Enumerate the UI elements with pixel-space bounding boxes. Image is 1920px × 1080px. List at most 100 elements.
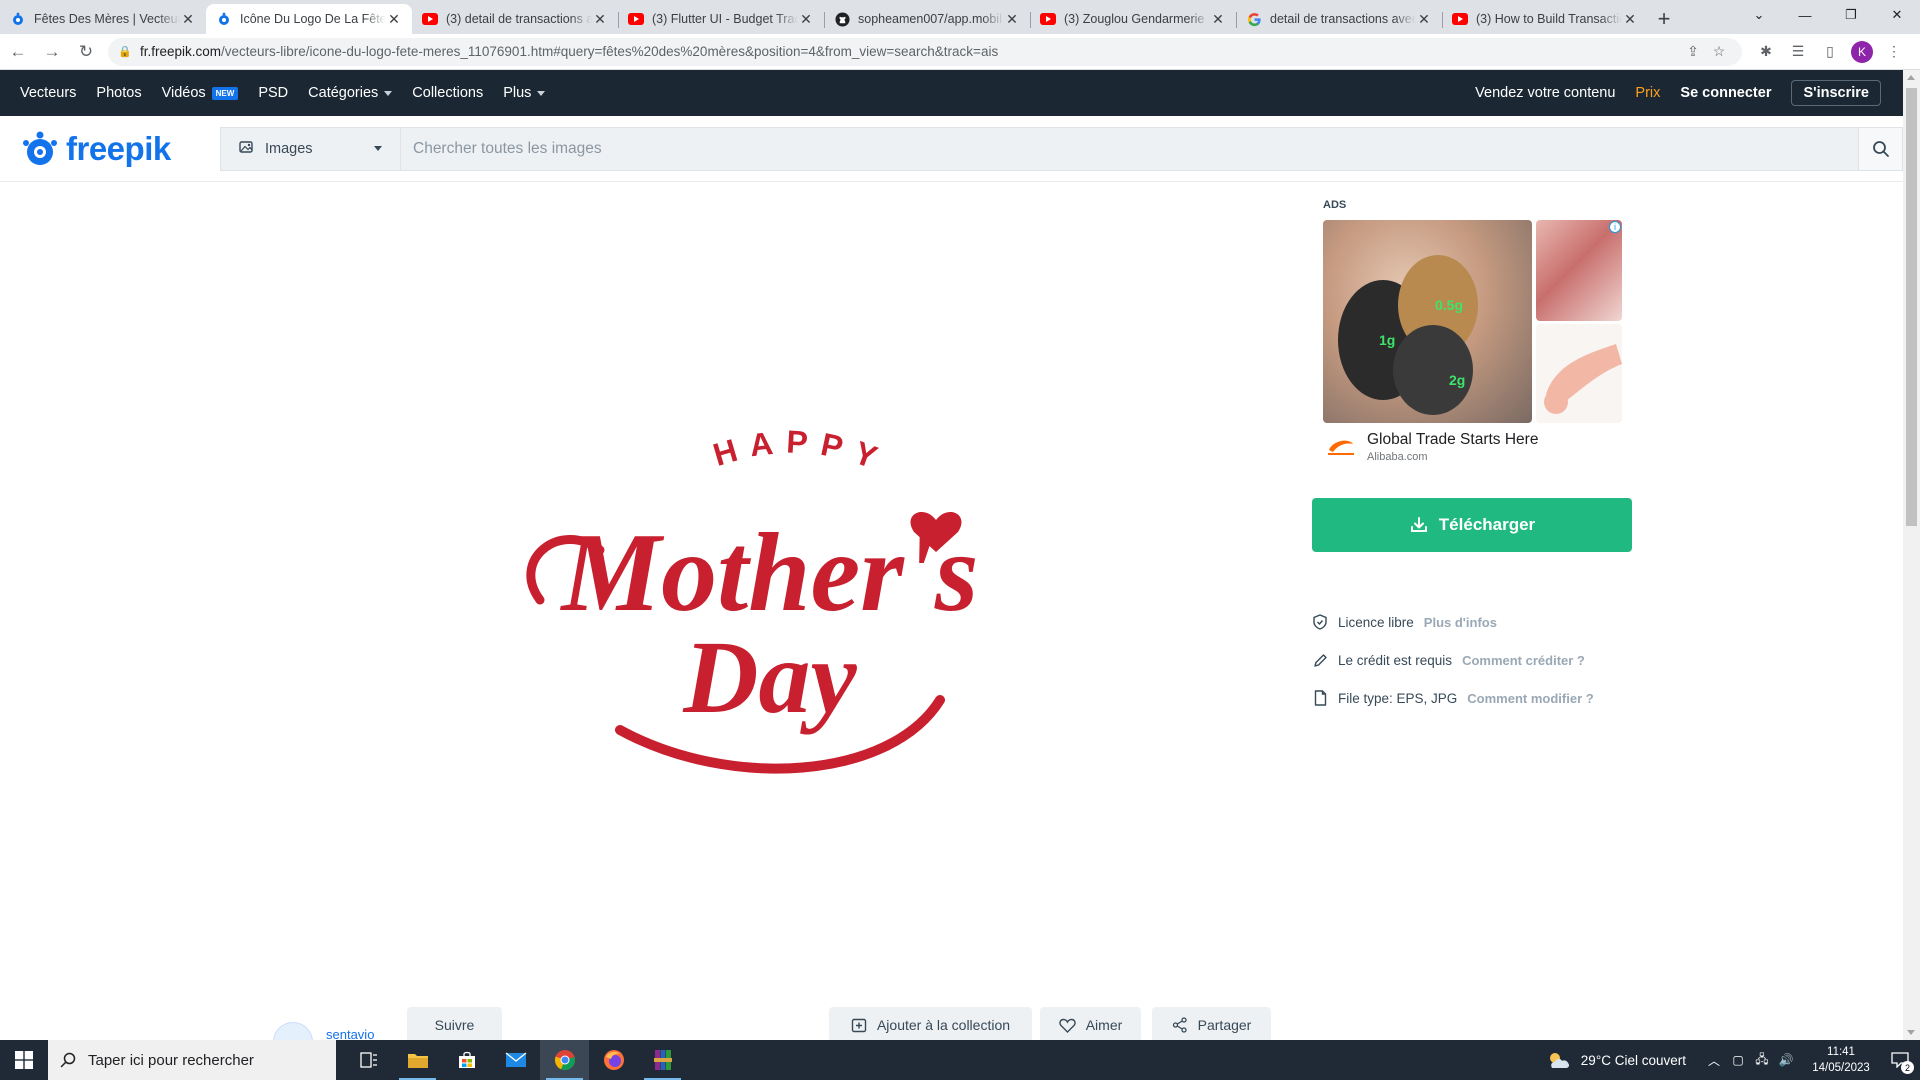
filetype-row: File type: EPS, JPG Comment modifier ? xyxy=(1312,690,1594,706)
pricing-link[interactable]: Prix xyxy=(1635,85,1660,101)
browser-tab[interactable]: sopheamen007/app.mobil ✕ xyxy=(824,4,1030,34)
resource-preview-image[interactable]: HAPPY Mother's Day xyxy=(470,400,1070,790)
freepik-logo[interactable]: freepik xyxy=(20,129,200,169)
browser-tab[interactable]: (3) Zouglou Gendarmerie ✕ xyxy=(1030,4,1236,34)
close-icon[interactable]: ✕ xyxy=(1416,11,1432,27)
kebab-menu-icon[interactable]: ⋮ xyxy=(1878,38,1910,66)
close-icon[interactable]: ✕ xyxy=(592,11,608,27)
address-bar[interactable]: 🔒 fr.freepik.com/vecteurs-libre/icone-du… xyxy=(108,37,1742,66)
ad-info-icon[interactable]: i xyxy=(1609,221,1621,233)
taskbar-search-box[interactable]: Taper ici pour rechercher xyxy=(48,1040,336,1080)
nav-item-photos[interactable]: Photos xyxy=(96,85,141,101)
browser-tab[interactable]: (3) detail de transactions a ✕ xyxy=(412,4,618,34)
meet-now-icon[interactable]: ▢ xyxy=(1726,1040,1750,1080)
credit-text: Le crédit est requis xyxy=(1338,652,1453,668)
ad-image-bottom-right[interactable] xyxy=(1536,324,1622,423)
close-window-icon[interactable]: ✕ xyxy=(1874,0,1920,30)
download-button[interactable]: Télécharger xyxy=(1312,498,1632,552)
nav-item-vecteurs[interactable]: Vecteurs xyxy=(20,85,76,101)
caret-down-icon xyxy=(537,90,546,96)
nav-item-plus[interactable]: Plus xyxy=(503,85,546,101)
restore-icon[interactable]: ❐ xyxy=(1828,0,1874,30)
task-view-icon[interactable] xyxy=(344,1040,393,1080)
close-icon[interactable]: ✕ xyxy=(798,11,814,27)
microsoft-store-icon[interactable] xyxy=(442,1040,491,1080)
add-to-collection-button[interactable]: Ajouter à la collection xyxy=(829,1007,1032,1043)
sell-content-link[interactable]: Vendez votre contenu xyxy=(1475,85,1615,101)
reading-list-icon[interactable]: ☰ xyxy=(1782,38,1814,66)
ad-doll-photo xyxy=(1544,344,1622,414)
minimize-icon[interactable]: — xyxy=(1782,0,1828,30)
chevron-up-icon[interactable]: ︿ xyxy=(1702,1040,1726,1080)
bookmark-star-icon[interactable]: ☆ xyxy=(1706,40,1732,64)
tab-title: (3) detail de transactions a xyxy=(446,12,592,26)
signup-button[interactable]: S'inscrire xyxy=(1791,80,1881,106)
follow-button[interactable]: Suivre xyxy=(407,1007,502,1043)
notification-center-button[interactable]: 2 xyxy=(1880,1040,1920,1080)
windows-start-button[interactable] xyxy=(0,1040,48,1080)
caret-down-icon xyxy=(374,146,382,151)
firefox-icon[interactable] xyxy=(589,1040,638,1080)
nav-item-psd[interactable]: PSD xyxy=(258,85,288,101)
ad-footer[interactable]: Global Trade Starts Here Alibaba.com xyxy=(1323,427,1623,467)
tab-search-icon[interactable]: ⌄ xyxy=(1736,0,1782,30)
chrome-icon[interactable] xyxy=(540,1040,589,1080)
search-icon xyxy=(60,1052,76,1068)
nav-item-label: Catégories xyxy=(308,85,379,101)
lock-icon[interactable]: 🔒 xyxy=(118,45,132,58)
close-icon[interactable]: ✕ xyxy=(1622,11,1638,27)
scroll-down-arrow-icon[interactable] xyxy=(1907,1030,1915,1035)
network-icon[interactable]: 🖧 xyxy=(1750,1040,1774,1080)
caret-down-icon xyxy=(384,90,393,96)
tab-title: Fêtes Des Mères | Vecteurs xyxy=(34,12,180,26)
mothers-text: Mother's xyxy=(560,511,979,635)
windows-logo-icon xyxy=(15,1051,33,1069)
search-type-label: Images xyxy=(265,140,313,157)
credit-how-link[interactable]: Comment créditer ? xyxy=(1462,653,1585,668)
alibaba-logo-icon xyxy=(1323,433,1359,461)
filetype-edit-link[interactable]: Comment modifier ? xyxy=(1467,691,1593,706)
close-icon[interactable]: ✕ xyxy=(1210,11,1226,27)
weather-widget[interactable]: 29°C Ciel couvert xyxy=(1545,1051,1686,1069)
ad-banner[interactable]: 0.5g 1g 2g i Global Trade Starts Here Al… xyxy=(1323,220,1623,470)
forward-icon[interactable]: → xyxy=(36,38,68,66)
search-type-dropdown[interactable]: Images xyxy=(221,127,401,170)
scrollbar-thumb[interactable] xyxy=(1906,88,1917,526)
ad-image-main[interactable]: 0.5g 1g 2g xyxy=(1323,220,1532,423)
reload-icon[interactable]: ↻ xyxy=(70,38,102,66)
tab-title: (3) Zouglou Gendarmerie xyxy=(1064,12,1205,26)
browser-tab-active[interactable]: Icône Du Logo De La Fête ✕ xyxy=(206,4,412,34)
browser-tab[interactable]: (3) Flutter UI - Budget Trac ✕ xyxy=(618,4,824,34)
logo-wordmark: freepik xyxy=(66,129,171,167)
url-host: fr.freepik.com xyxy=(140,44,222,59)
side-panel-icon[interactable]: ▯ xyxy=(1814,38,1846,66)
search-input[interactable] xyxy=(401,139,1858,158)
nav-item-categories[interactable]: Catégories xyxy=(308,85,393,101)
mail-icon[interactable] xyxy=(491,1040,540,1080)
like-button[interactable]: Aimer xyxy=(1040,1007,1141,1043)
profile-button[interactable]: K xyxy=(1846,38,1878,66)
scroll-up-arrow-icon[interactable] xyxy=(1907,75,1915,80)
close-icon[interactable]: ✕ xyxy=(386,11,402,27)
volume-icon[interactable]: 🔊 xyxy=(1774,1040,1798,1080)
close-icon[interactable]: ✕ xyxy=(1004,11,1020,27)
extensions-icon[interactable]: ✱ xyxy=(1750,38,1782,66)
share-button[interactable]: Partager xyxy=(1152,1007,1271,1043)
close-icon[interactable]: ✕ xyxy=(180,11,196,27)
taskbar-clock[interactable]: 11:41 14/05/2023 xyxy=(1802,1044,1880,1076)
share-icon[interactable]: ⇪ xyxy=(1680,40,1706,64)
file-explorer-icon[interactable] xyxy=(393,1040,442,1080)
nav-item-collections[interactable]: Collections xyxy=(412,85,483,101)
winrar-icon[interactable] xyxy=(638,1040,687,1080)
new-tab-button[interactable]: + xyxy=(1648,4,1680,34)
nav-item-videos[interactable]: Vidéos NEW xyxy=(162,85,239,101)
license-info-link[interactable]: Plus d'infos xyxy=(1424,615,1497,630)
back-icon[interactable]: ← xyxy=(2,38,34,66)
page-scrollbar[interactable] xyxy=(1903,70,1920,1040)
ad-image-top-right[interactable] xyxy=(1536,220,1622,321)
login-link[interactable]: Se connecter xyxy=(1680,85,1771,101)
browser-tab[interactable]: (3) How to Build Transactio ✕ xyxy=(1442,4,1648,34)
browser-tab[interactable]: Fêtes Des Mères | Vecteurs ✕ xyxy=(0,4,206,34)
search-button[interactable] xyxy=(1858,127,1902,170)
browser-tab[interactable]: detail de transactions avec ✕ xyxy=(1236,4,1442,34)
